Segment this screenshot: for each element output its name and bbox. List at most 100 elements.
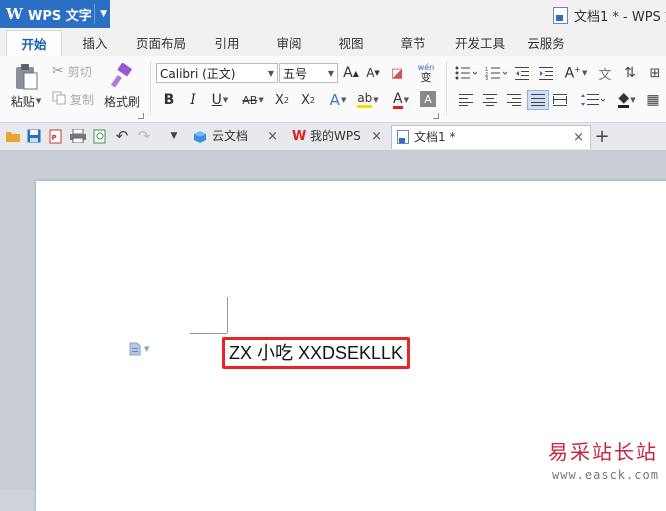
tab-page-layout[interactable]: 页面布局 bbox=[130, 30, 192, 56]
numbered-list-button[interactable]: 123 bbox=[484, 65, 508, 81]
show-marks-button[interactable]: 文 bbox=[596, 64, 614, 83]
paste-label: 粘贴 bbox=[10, 94, 35, 109]
paragraph-shading-button[interactable]: ◆ ▼ bbox=[614, 90, 640, 110]
font-size-select[interactable]: 五号 ▼ bbox=[279, 63, 338, 83]
border-icon: ▦ bbox=[646, 92, 660, 108]
copy-button[interactable]: 复制 bbox=[52, 90, 94, 108]
chevron-down-icon: ▼ bbox=[144, 345, 150, 353]
shrink-font-icon: A bbox=[366, 66, 375, 80]
distribute-button[interactable] bbox=[552, 92, 568, 108]
text-effect-button[interactable]: A ▼ bbox=[326, 90, 350, 110]
align-center-icon bbox=[483, 94, 497, 106]
app-menu-button[interactable]: W WPS 文字 ▼ bbox=[0, 0, 110, 28]
line-spacing-button[interactable] bbox=[580, 92, 606, 108]
tab-home[interactable]: 开始 bbox=[6, 30, 62, 57]
grid-icon: ⊞ bbox=[649, 65, 661, 81]
tab-view[interactable]: 视图 bbox=[330, 30, 372, 56]
close-icon[interactable]: × bbox=[371, 125, 382, 148]
border-button[interactable]: ▦ bbox=[644, 91, 662, 109]
highlight-button[interactable]: ab ▼ bbox=[354, 90, 382, 110]
subscript-mark: 2 bbox=[309, 95, 315, 105]
chinese-layout-icon: 文 bbox=[598, 67, 612, 83]
font-color-button[interactable]: A ▼ bbox=[388, 90, 414, 110]
table-grid-button[interactable]: ⊞ bbox=[646, 65, 664, 81]
align-center-button[interactable] bbox=[482, 92, 498, 108]
justify-button[interactable] bbox=[527, 90, 549, 110]
menu-tabs: 开始 插入 页面布局 引用 审阅 视图 章节 开发工具 云服务 bbox=[0, 30, 666, 57]
doc-tab-label: 文档1 * bbox=[414, 130, 456, 144]
sort-button[interactable]: ⇅ bbox=[622, 65, 638, 81]
watermark-text: 易采站长站 bbox=[548, 440, 658, 464]
undo-icon[interactable]: ↶ bbox=[114, 127, 130, 145]
tab-cloud-service[interactable]: 云服务 bbox=[522, 30, 570, 56]
shrink-font-button[interactable]: A ▼ bbox=[364, 64, 382, 82]
tab-review[interactable]: 审阅 bbox=[268, 30, 310, 56]
chevron-down-icon: ▼ bbox=[267, 69, 274, 78]
chevron-down-icon[interactable]: ▼ bbox=[100, 9, 107, 19]
grow-font-button[interactable]: A ▲ bbox=[342, 64, 360, 82]
underline-button[interactable]: U ▼ bbox=[207, 90, 233, 110]
increase-indent-icon bbox=[539, 67, 553, 80]
save-icon[interactable] bbox=[26, 128, 42, 144]
svg-text:P: P bbox=[52, 134, 57, 142]
new-tab-icon[interactable]: + bbox=[594, 126, 610, 147]
italic-button[interactable]: I bbox=[184, 90, 202, 110]
open-folder-icon[interactable] bbox=[5, 128, 21, 144]
tab-chapter[interactable]: 章节 bbox=[392, 30, 434, 56]
paragraph-icon bbox=[129, 342, 141, 356]
document-icon bbox=[397, 130, 410, 153]
character-shading-button[interactable]: A bbox=[420, 91, 436, 107]
pinyin-guide-button[interactable]: wén 变 bbox=[412, 62, 440, 84]
grow-font-icon: A bbox=[343, 65, 353, 81]
align-right-button[interactable] bbox=[506, 92, 522, 108]
cut-button[interactable]: ✂ 剪切 bbox=[52, 62, 92, 80]
superscript-button[interactable]: X2 bbox=[272, 90, 292, 110]
svg-text:3: 3 bbox=[485, 76, 488, 80]
ribbon-home: 粘贴 ▼ ✂ 剪切 复制 格式刷 Calibri (正文) ▼ 五号 ▼ A ▲ A… bbox=[0, 56, 666, 123]
margin-mark-vertical bbox=[227, 297, 228, 333]
format-painter-icon[interactable] bbox=[104, 62, 140, 90]
align-left-button[interactable] bbox=[458, 92, 474, 108]
sort-icon: ⇅ bbox=[624, 65, 636, 81]
subscript-button[interactable]: X2 bbox=[298, 90, 318, 110]
paragraph-handle[interactable]: ▼ bbox=[129, 342, 149, 356]
close-icon[interactable]: × bbox=[573, 126, 584, 149]
print-icon[interactable] bbox=[70, 128, 86, 144]
app-name: WPS 文字 bbox=[28, 8, 92, 24]
case-change-button[interactable]: A+ ▼ bbox=[562, 64, 590, 82]
doc-tab-label: 云文档 bbox=[212, 129, 249, 143]
tab-insert[interactable]: 插入 bbox=[74, 30, 116, 56]
clipboard-dialog-launcher[interactable] bbox=[138, 113, 144, 119]
document-text[interactable]: ZX 小吃 XXDSEKLLK bbox=[222, 337, 411, 369]
increase-indent-button[interactable] bbox=[538, 65, 554, 81]
close-icon[interactable]: × bbox=[267, 125, 278, 148]
copy-label: 复制 bbox=[70, 92, 95, 107]
font-name-select[interactable]: Calibri (正文) ▼ bbox=[156, 63, 278, 83]
bold-button[interactable]: B bbox=[160, 90, 178, 110]
case-change-icon: A+ bbox=[564, 64, 581, 82]
margin-mark-horizontal bbox=[190, 333, 227, 334]
redo-icon[interactable]: ↷ bbox=[136, 127, 152, 145]
decrease-indent-button[interactable] bbox=[514, 65, 530, 81]
align-right-icon bbox=[507, 94, 521, 106]
customize-toolbar-icon[interactable]: ▼ bbox=[166, 128, 182, 144]
window-title: 文档1 * - WPS 文 bbox=[553, 6, 666, 25]
doc-tab-document1[interactable]: 文档1 * × bbox=[391, 125, 591, 149]
tab-references[interactable]: 引用 bbox=[206, 30, 248, 56]
doc-tab-my-wps[interactable]: W 我的WPS × bbox=[288, 125, 388, 148]
tab-developer[interactable]: 开发工具 bbox=[450, 30, 510, 56]
numbered-list-icon: 123 bbox=[485, 67, 507, 80]
clear-format-button[interactable]: ◪ bbox=[388, 64, 406, 82]
paste-button[interactable]: 粘贴 ▼ bbox=[8, 93, 44, 109]
strikethrough-button[interactable]: AB ▼ bbox=[238, 90, 268, 110]
paste-icon[interactable] bbox=[8, 62, 44, 92]
eraser-icon: ◪ bbox=[390, 65, 404, 81]
doc-tab-cloud[interactable]: 云文档 × bbox=[188, 125, 284, 148]
export-pdf-icon[interactable]: P bbox=[48, 128, 64, 144]
print-preview-icon[interactable] bbox=[92, 128, 108, 144]
window-title-text: 文档1 * - WPS 文 bbox=[574, 10, 666, 25]
format-painter-button[interactable]: 格式刷 bbox=[102, 93, 142, 109]
text-effect-icon: A bbox=[329, 91, 340, 109]
bullet-list-button[interactable] bbox=[454, 65, 478, 81]
divider bbox=[94, 4, 95, 24]
